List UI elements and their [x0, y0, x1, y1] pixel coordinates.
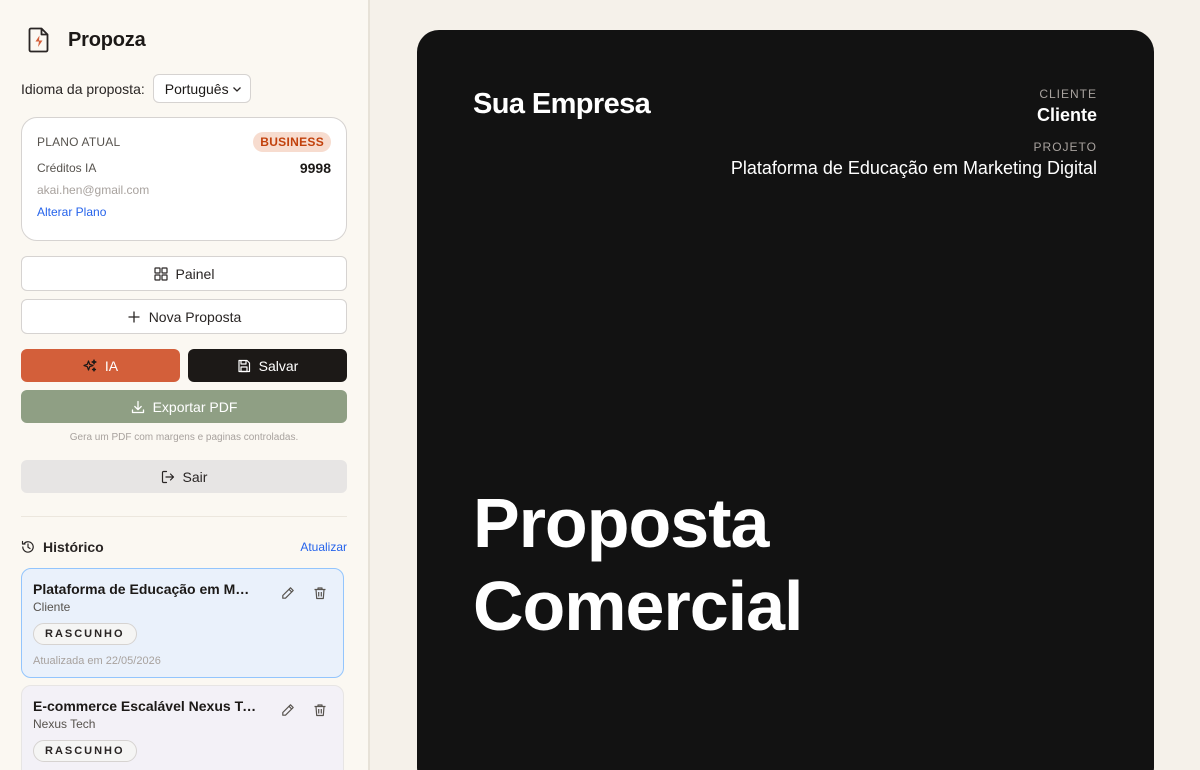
headline-line-1: Proposta — [473, 484, 769, 562]
trash-icon[interactable] — [313, 703, 327, 717]
status-badge: RASCUNHO — [33, 623, 137, 645]
client-value: Cliente — [1036, 105, 1097, 125]
status-badge: RASCUNHO — [33, 740, 137, 762]
history-item-client: Nexus Tech — [33, 717, 96, 731]
edit-icon[interactable] — [281, 703, 295, 717]
trash-icon[interactable] — [313, 586, 327, 600]
history-header: Histórico Atualizar — [21, 539, 347, 555]
credits-value: 9998 — [299, 160, 331, 176]
proposal-headline: Proposta Comercial — [473, 482, 803, 648]
download-icon — [131, 400, 144, 413]
language-select[interactable]: Português — [152, 74, 251, 103]
plan-card: PLANO ATUAL BUSINESS Créditos IA 9998 ak… — [21, 117, 347, 241]
language-row: Idioma da proposta: Português — [21, 74, 251, 103]
history-item-name: Plataforma de Educação em Marketing Digi… — [33, 581, 257, 597]
new-proposal-label: Nova Proposta — [148, 308, 242, 325]
language-label: Idioma da proposta: — [21, 80, 145, 97]
sidebar: Propoza Idioma da proposta: Português PL… — [0, 0, 370, 770]
exit-button[interactable]: Sair — [21, 460, 347, 493]
edit-icon[interactable] — [281, 586, 295, 600]
file-bolt-icon — [28, 27, 49, 53]
user-email: akai.hen@gmail.com — [37, 183, 150, 197]
logout-icon — [161, 470, 174, 483]
pdf-note: Gera um PDF com margens e paginas contro… — [69, 432, 299, 443]
project-label: PROJETO — [1033, 140, 1097, 154]
plan-badge: BUSINESS — [253, 132, 331, 152]
change-plan-link[interactable]: Alterar Plano — [37, 205, 106, 219]
plus-icon — [128, 311, 140, 322]
history-item[interactable]: E-commerce Escalável Nexus Tech Nexus Te… — [21, 685, 344, 770]
credits-label: Créditos IA — [37, 161, 97, 175]
ai-label: IA — [104, 357, 119, 374]
history-item-name: E-commerce Escalável Nexus Tech — [33, 698, 257, 714]
new-proposal-button[interactable]: Nova Proposta — [21, 299, 347, 334]
proposal-meta: CLIENTE Cliente PROJETO Plataforma de Ed… — [731, 87, 1097, 179]
sparkles-icon — [83, 358, 97, 372]
save-button[interactable]: Salvar — [188, 349, 347, 382]
proposal-preview: Sua Empresa CLIENTE Cliente PROJETO Plat… — [417, 30, 1154, 770]
headline-line-2: Comercial — [473, 567, 803, 645]
grid-icon — [153, 266, 168, 281]
plan-label: PLANO ATUAL — [37, 135, 121, 149]
app-name: Propoza — [68, 28, 146, 51]
brand[interactable]: Propoza — [28, 27, 146, 53]
refresh-link[interactable]: Atualizar — [300, 540, 347, 554]
save-label: Salvar — [258, 357, 299, 374]
ai-button[interactable]: IA — [21, 349, 180, 382]
history-item-client: Cliente — [33, 600, 71, 614]
history-item-date: Atualizada em 22/05/2026 — [33, 655, 161, 667]
project-value: Plataforma de Educação em Marketing Digi… — [730, 158, 1097, 178]
panel-label: Painel — [175, 265, 215, 282]
divider — [21, 516, 347, 517]
save-icon — [238, 359, 250, 372]
client-label: CLIENTE — [1039, 87, 1097, 101]
panel-button[interactable]: Painel — [21, 256, 347, 291]
history-title: Histórico — [43, 539, 104, 555]
chevron-down-icon — [232, 86, 241, 92]
export-pdf-button[interactable]: Exportar PDF — [21, 390, 347, 423]
history-item[interactable]: Plataforma de Educação em Marketing Digi… — [21, 568, 344, 678]
language-selected: Português — [164, 80, 229, 97]
export-pdf-label: Exportar PDF — [152, 398, 238, 415]
exit-label: Sair — [182, 468, 208, 485]
history-icon — [21, 540, 34, 553]
company-name: Sua Empresa — [473, 88, 651, 120]
